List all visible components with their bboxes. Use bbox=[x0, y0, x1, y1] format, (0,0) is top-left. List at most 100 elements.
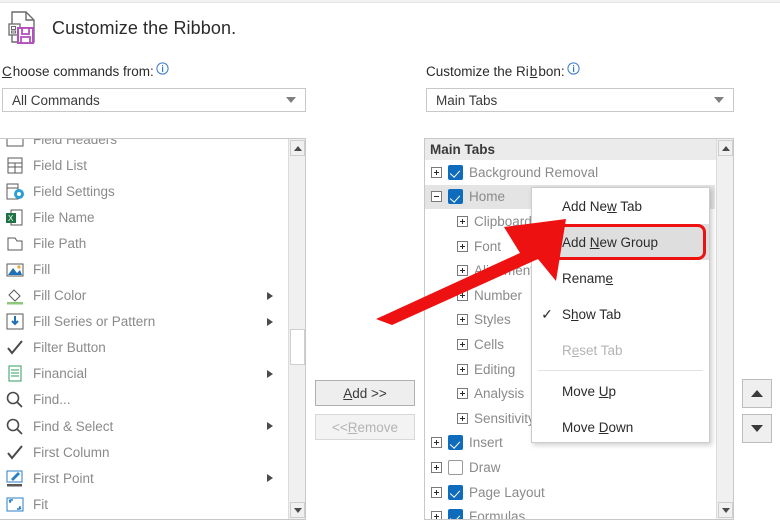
collapse-minus-icon[interactable] bbox=[431, 191, 442, 203]
expand-plus-icon[interactable] bbox=[457, 412, 468, 424]
expand-plus-icon[interactable] bbox=[457, 363, 468, 375]
command-list-item[interactable]: First Column bbox=[0, 439, 287, 465]
command-list-item[interactable]: File Path bbox=[0, 230, 287, 256]
field-headers-icon bbox=[3, 139, 26, 150]
customize-ribbon-value: Main Tabs bbox=[436, 92, 498, 108]
tree-item-label: Styles bbox=[474, 312, 511, 328]
scroll-down-button[interactable] bbox=[718, 502, 733, 518]
context-menu[interactable]: Add New Tab Add New Group Rename ✓ Show Tab R… bbox=[531, 187, 710, 443]
tree-item-checkbox[interactable] bbox=[448, 509, 463, 519]
checkmark-icon bbox=[3, 442, 26, 463]
context-menu-item-show-tab[interactable]: ✓ Show Tab bbox=[532, 296, 709, 332]
chevron-down-icon bbox=[286, 97, 296, 103]
scroll-up-button[interactable] bbox=[718, 140, 733, 156]
choose-commands-from-dropdown[interactable]: All Commands bbox=[2, 88, 306, 112]
command-list-item[interactable]: First Point bbox=[0, 465, 287, 491]
scrollbar-thumb[interactable] bbox=[290, 329, 305, 365]
label-accelerator: w bbox=[607, 198, 617, 214]
scroll-down-button[interactable] bbox=[290, 502, 305, 518]
commands-list-scrollbar[interactable] bbox=[288, 139, 305, 519]
tree-item-label: Page Layout bbox=[469, 484, 545, 500]
move-up-button[interactable] bbox=[742, 379, 772, 408]
pen-edit-icon bbox=[3, 468, 26, 489]
context-menu-item-move-up[interactable]: Move Up bbox=[532, 373, 709, 409]
context-menu-item-reset-tab[interactable]: Reset Tab bbox=[532, 332, 709, 368]
scroll-up-button[interactable] bbox=[290, 140, 305, 156]
command-list-item[interactable]: Fill Color bbox=[0, 283, 287, 309]
tree-item-draw[interactable]: Draw bbox=[425, 455, 715, 480]
command-list-item[interactable]: Fill Series or Pattern bbox=[0, 309, 287, 335]
tree-item-label: Number bbox=[474, 287, 523, 303]
main-tabs-scrollbar[interactable] bbox=[716, 139, 733, 519]
label-prefix: Renam bbox=[562, 270, 606, 286]
expand-plus-icon[interactable] bbox=[431, 461, 442, 473]
expand-plus-icon[interactable] bbox=[457, 289, 468, 301]
command-list-item[interactable]: Field List bbox=[0, 152, 287, 178]
context-menu-item-add-new-group[interactable]: Add New Group bbox=[532, 224, 709, 260]
tree-item-page-layout[interactable]: Page Layout bbox=[425, 480, 715, 505]
add-button-accel: A bbox=[343, 385, 353, 401]
customize-ribbon-dropdown[interactable]: Main Tabs bbox=[426, 88, 734, 112]
commands-list[interactable]: Field Headers Field List Field Settings X Fi… bbox=[0, 139, 287, 519]
label-prefix: Move bbox=[562, 383, 599, 399]
choose-commands-text: hoose commands from: bbox=[12, 64, 154, 79]
dialog-top-divider bbox=[0, 0, 780, 3]
command-list-item[interactable]: Find... bbox=[0, 387, 287, 413]
remove-button-accel: R bbox=[347, 419, 358, 435]
tree-item-checkbox[interactable] bbox=[448, 189, 463, 205]
expand-plus-icon[interactable] bbox=[457, 215, 468, 227]
expand-plus-icon[interactable] bbox=[457, 265, 468, 277]
tree-item-checkbox[interactable] bbox=[448, 164, 463, 180]
label-accelerator: U bbox=[598, 383, 609, 399]
context-menu-item-label: Add New Tab bbox=[562, 199, 709, 214]
command-list-item[interactable]: Filter Button bbox=[0, 335, 287, 361]
label-suffix: ow Tab bbox=[578, 306, 622, 322]
move-down-button[interactable] bbox=[742, 414, 772, 443]
expand-plus-icon[interactable] bbox=[457, 338, 468, 350]
paint-bucket-icon bbox=[3, 285, 26, 306]
remove-button-label: emove bbox=[357, 419, 399, 435]
expand-plus-icon[interactable] bbox=[457, 314, 468, 326]
command-list-item[interactable]: X File Name bbox=[0, 204, 287, 230]
label-suffix: set Tab bbox=[579, 342, 623, 358]
expand-plus-icon[interactable] bbox=[431, 486, 442, 498]
info-icon[interactable] bbox=[566, 62, 580, 75]
command-list-item[interactable]: Find & Select bbox=[0, 413, 287, 439]
tree-item-checkbox[interactable] bbox=[448, 435, 463, 451]
command-list-item[interactable]: Financial bbox=[0, 361, 287, 387]
tree-item-label: Alignment bbox=[474, 263, 535, 279]
expand-plus-icon[interactable] bbox=[431, 511, 442, 519]
info-icon[interactable] bbox=[156, 62, 169, 75]
tree-item-formulas[interactable]: Formulas bbox=[425, 504, 715, 519]
command-list-item-label: File Name bbox=[33, 209, 95, 225]
commands-list-panel[interactable]: Field Headers Field List Field Settings X Fi… bbox=[0, 138, 306, 520]
expand-plus-icon[interactable] bbox=[457, 240, 468, 252]
context-menu-item-label: Show Tab bbox=[562, 307, 709, 322]
context-menu-item-move-down[interactable]: Move Down bbox=[532, 409, 709, 445]
remove-button[interactable]: << Remove bbox=[315, 414, 415, 440]
expand-plus-icon[interactable] bbox=[431, 437, 442, 449]
tree-item-label: Home bbox=[469, 189, 506, 205]
tree-item-checkbox[interactable] bbox=[448, 459, 463, 475]
expand-plus-icon[interactable] bbox=[457, 388, 468, 400]
context-menu-item-add-new-tab[interactable]: Add New Tab bbox=[532, 188, 709, 224]
command-list-item[interactable]: Fill bbox=[0, 256, 287, 282]
command-list-item[interactable]: Field Headers bbox=[0, 139, 287, 152]
tree-item-checkbox[interactable] bbox=[448, 484, 463, 500]
context-menu-item-label: Reset Tab bbox=[562, 343, 709, 358]
command-list-item[interactable]: Fit bbox=[0, 491, 287, 517]
command-list-item[interactable]: Field Settings bbox=[0, 178, 287, 204]
expand-plus-icon[interactable] bbox=[431, 166, 442, 178]
add-button[interactable]: Add >> bbox=[315, 380, 415, 406]
tree-item-label: Analysis bbox=[474, 386, 525, 402]
command-list-item-label: First Column bbox=[33, 444, 110, 460]
tree-header: Main Tabs bbox=[425, 139, 733, 160]
customize-ribbon-label: Customize the Ri b bon: bbox=[426, 62, 580, 79]
context-menu-item-rename[interactable]: Rename bbox=[532, 260, 709, 296]
document-save-icon bbox=[6, 10, 40, 46]
submenu-arrow-icon bbox=[267, 291, 273, 300]
label-accelerator: N bbox=[589, 234, 600, 250]
choose-commands-from-value: All Commands bbox=[12, 92, 100, 108]
tree-item-background-removal[interactable]: Background Removal bbox=[425, 160, 715, 185]
command-list-item-label: First Point bbox=[33, 470, 94, 486]
